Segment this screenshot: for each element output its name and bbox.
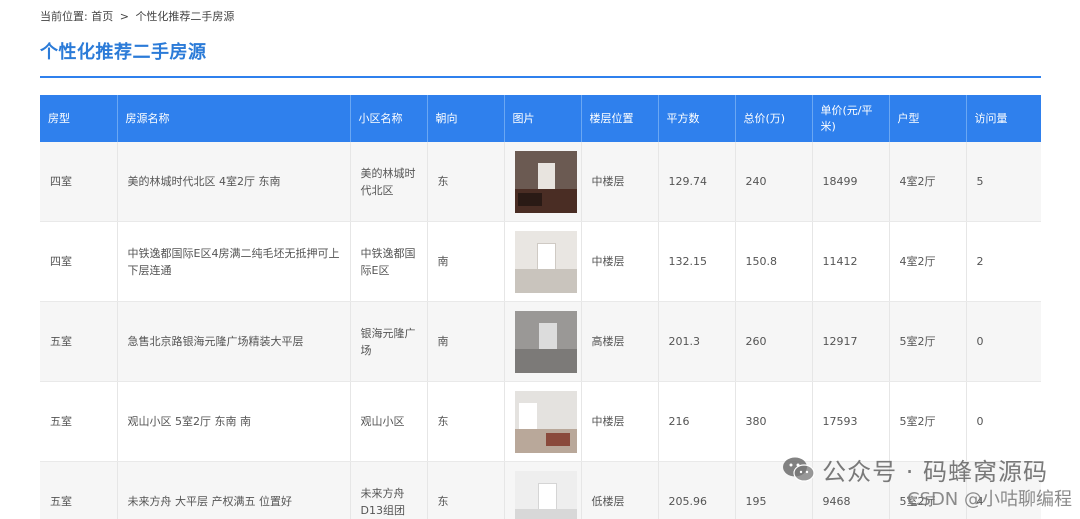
breadcrumb-prefix: 当前位置: (40, 10, 88, 23)
cell-orientation: 东 (427, 381, 505, 462)
cell-floor: 高楼层 (581, 301, 659, 382)
cell-unit-price: 18499 (812, 142, 890, 222)
listing-photo[interactable] (514, 390, 577, 453)
cell-views: 0 (966, 301, 1041, 382)
header-area: 平方数 (658, 95, 736, 142)
cell-community: 中铁逸都国际E区 (350, 221, 428, 302)
cell-image (504, 142, 582, 222)
cell-name: 美的林城时代北区 4室2厅 东南 (117, 142, 351, 222)
csdn-watermark: CSDN @小咕聊编程 (906, 489, 1072, 510)
table-row[interactable]: 四室 中铁逸都国际E区4房满二纯毛坯无抵押可上下层连通 中铁逸都国际E区 南 中… (40, 221, 1041, 302)
cell-type: 五室 (40, 461, 118, 519)
breadcrumb: 当前位置: 首页 > 个性化推荐二手房源 (40, 8, 234, 24)
table-row[interactable]: 五室 急售北京路银海元隆广场精装大平层 银海元隆广场 南 高楼层 201.3 2… (40, 301, 1041, 382)
cell-orientation: 南 (427, 301, 505, 382)
cell-name: 急售北京路银海元隆广场精装大平层 (117, 301, 351, 382)
cell-views: 2 (966, 221, 1041, 302)
cell-orientation: 东 (427, 461, 505, 519)
cell-name: 观山小区 5室2厅 东南 南 (117, 381, 351, 462)
listing-name-link[interactable]: 美的林城时代北区 4室2厅 东南 (128, 175, 281, 188)
cell-layout: 4室2厅 (889, 142, 967, 222)
header-image: 图片 (504, 95, 582, 142)
cell-total-price: 240 (735, 142, 813, 222)
cell-community: 银海元隆广场 (350, 301, 428, 382)
header-views: 访问量 (966, 95, 1041, 142)
cell-unit-price: 11412 (812, 221, 890, 302)
listing-photo[interactable] (514, 150, 577, 213)
cell-name: 中铁逸都国际E区4房满二纯毛坯无抵押可上下层连通 (117, 221, 351, 302)
cell-total-price: 380 (735, 381, 813, 462)
header-type: 房型 (40, 95, 118, 142)
cell-image (504, 221, 582, 302)
listing-photo[interactable] (514, 470, 577, 519)
cell-image (504, 301, 582, 382)
cell-community: 美的林城时代北区 (350, 142, 428, 222)
cell-community: 观山小区 (350, 381, 428, 462)
cell-total-price: 260 (735, 301, 813, 382)
breadcrumb-home-link[interactable]: 首页 (91, 10, 113, 23)
listing-name-link[interactable]: 急售北京路银海元隆广场精装大平层 (128, 335, 304, 348)
cell-area: 205.96 (658, 461, 736, 519)
page-title: 个性化推荐二手房源 (40, 42, 207, 63)
wechat-icon (783, 457, 815, 482)
listing-photo[interactable] (514, 230, 577, 293)
cell-unit-price: 12917 (812, 301, 890, 382)
title-divider (40, 76, 1041, 78)
cell-area: 132.15 (658, 221, 736, 302)
cell-layout: 5室2厅 (889, 381, 967, 462)
listing-photo[interactable] (514, 310, 577, 373)
header-unit-price: 单价(元/平米) (812, 95, 890, 142)
breadcrumb-current: 个性化推荐二手房源 (135, 10, 235, 23)
cell-image (504, 381, 582, 462)
page: 当前位置: 首页 > 个性化推荐二手房源 个性化推荐二手房源 房型 房源名称 小… (0, 0, 1080, 519)
cell-orientation: 南 (427, 221, 505, 302)
cell-orientation: 东 (427, 142, 505, 222)
header-total-price: 总价(万) (735, 95, 813, 142)
cell-layout: 4室2厅 (889, 221, 967, 302)
table-header-row: 房型 房源名称 小区名称 朝向 图片 楼层位置 平方数 总价(万) 单价(元/平… (40, 95, 1041, 142)
header-name: 房源名称 (117, 95, 351, 142)
cell-total-price: 150.8 (735, 221, 813, 302)
cell-type: 五室 (40, 301, 118, 382)
cell-views: 5 (966, 142, 1041, 222)
header-orientation: 朝向 (427, 95, 505, 142)
cell-name: 未来方舟 大平层 产权满五 位置好 (117, 461, 351, 519)
wechat-watermark: 公众号 · 码蜂窝源码 (782, 452, 1048, 487)
cell-type: 四室 (40, 221, 118, 302)
cell-area: 129.74 (658, 142, 736, 222)
breadcrumb-separator: > (119, 10, 129, 23)
header-community: 小区名称 (350, 95, 428, 142)
cell-floor: 中楼层 (581, 142, 659, 222)
cell-floor: 中楼层 (581, 221, 659, 302)
listing-name-link[interactable]: 未来方舟 大平层 产权满五 位置好 (128, 495, 293, 508)
header-layout: 户型 (889, 95, 967, 142)
cell-type: 五室 (40, 381, 118, 462)
cell-views: 0 (966, 381, 1041, 462)
watermark-text: 公众号 · 码蜂窝源码 (822, 458, 1048, 486)
cell-floor: 低楼层 (581, 461, 659, 519)
cell-type: 四室 (40, 142, 118, 222)
table-row[interactable]: 四室 美的林城时代北区 4室2厅 东南 美的林城时代北区 东 中楼层 129.7… (40, 142, 1041, 222)
cell-area: 201.3 (658, 301, 736, 382)
cell-unit-price: 17593 (812, 381, 890, 462)
listing-name-link[interactable]: 观山小区 5室2厅 东南 南 (128, 415, 252, 428)
cell-image (504, 461, 582, 519)
header-floor: 楼层位置 (581, 95, 659, 142)
listing-name-link[interactable]: 中铁逸都国际E区4房满二纯毛坯无抵押可上下层连通 (128, 247, 340, 277)
cell-floor: 中楼层 (581, 381, 659, 462)
cell-community: 未来方舟D13组团 (350, 461, 428, 519)
table-row[interactable]: 五室 观山小区 5室2厅 东南 南 观山小区 东 中楼层 216 380 175… (40, 381, 1041, 462)
cell-layout: 5室2厅 (889, 301, 967, 382)
cell-area: 216 (658, 381, 736, 462)
